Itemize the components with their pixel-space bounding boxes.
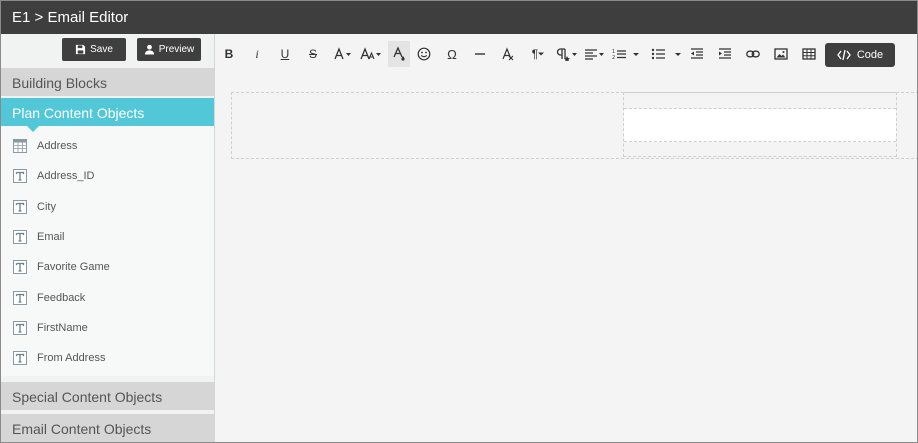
- list-item-label: From Address: [37, 352, 106, 365]
- ordered-list-icon: 12: [612, 49, 639, 61]
- image-icon: [774, 48, 788, 60]
- user-icon: [144, 44, 154, 55]
- list-item-label: Address: [37, 140, 78, 153]
- code-icon: [837, 49, 851, 61]
- text-color-button[interactable]: [388, 41, 410, 67]
- indent-icon: [719, 48, 731, 59]
- formatting-toolbar: B i U S Ω ¶ 1 2 Code: [216, 34, 917, 74]
- table-icon: [13, 139, 27, 154]
- section-plan-content-objects-label: Plan Content Objects: [12, 105, 145, 121]
- paragraph-format-button[interactable]: ¶: [528, 43, 548, 65]
- outdent-icon: [691, 48, 703, 59]
- code-button-label: Code: [856, 49, 884, 61]
- table-icon: [802, 48, 816, 60]
- dropdown-arrow-icon: [538, 52, 545, 56]
- text-icon: [13, 290, 27, 305]
- text-icon: [13, 320, 27, 335]
- font-size-button[interactable]: [334, 43, 354, 65]
- list-item[interactable]: Address: [1, 131, 214, 161]
- font-family-button[interactable]: [360, 43, 382, 65]
- editor-area: B i U S Ω ¶ 1 2 Code: [216, 34, 917, 442]
- strikethrough-icon: S: [308, 47, 317, 61]
- list-item[interactable]: Feedback: [1, 282, 214, 312]
- list-item[interactable]: FirstName: [1, 313, 214, 343]
- insert-link-button[interactable]: [745, 43, 761, 65]
- svg-text:2: 2: [612, 55, 615, 61]
- paragraph-style-button[interactable]: [555, 43, 577, 65]
- section-special-content-objects[interactable]: Special Content Objects: [1, 380, 214, 410]
- bold-icon: B: [224, 47, 234, 61]
- paragraph-style-icon: [556, 48, 577, 61]
- align-left-icon: [585, 49, 604, 60]
- content-block-row[interactable]: [624, 109, 896, 142]
- omega-icon: Ω: [447, 46, 457, 62]
- section-email-content-objects[interactable]: Email Content Objects: [1, 412, 214, 442]
- active-section-pointer: [27, 126, 39, 132]
- window-title: E1 > Email Editor: [1, 1, 917, 34]
- text-icon: [13, 260, 27, 275]
- align-button[interactable]: [584, 43, 606, 65]
- content-block-row[interactable]: [624, 93, 896, 109]
- preview-button[interactable]: Preview: [137, 38, 201, 61]
- clear-formatting-icon: [502, 47, 514, 61]
- font-family-icon: [360, 47, 381, 60]
- list-item-label: City: [37, 200, 56, 213]
- text-icon: [13, 230, 27, 245]
- unordered-list-icon: [651, 48, 681, 60]
- save-button-label: Save: [90, 44, 113, 55]
- list-item-label: Email: [37, 231, 65, 244]
- list-item-label: Favorite Game: [37, 261, 110, 274]
- list-item-label: Address_ID: [37, 170, 95, 183]
- sidebar: Save Preview Building Blocks Plan Conten…: [1, 34, 215, 442]
- smiley-icon: [417, 47, 431, 61]
- sidebar-actions: Save Preview: [1, 34, 214, 66]
- underline-button[interactable]: U: [278, 43, 292, 65]
- email-canvas[interactable]: [231, 92, 917, 159]
- email-editor-window: E1 > Email Editor Save Preview Building …: [0, 0, 918, 443]
- italic-icon: i: [255, 46, 259, 61]
- strikethrough-button[interactable]: S: [306, 43, 320, 65]
- list-item[interactable]: Email: [1, 222, 214, 252]
- ordered-list-button[interactable]: 12: [612, 43, 644, 65]
- text-icon: [13, 169, 27, 184]
- clear-formatting-button[interactable]: [500, 43, 516, 65]
- list-item-label: Feedback: [37, 291, 86, 304]
- section-plan-content-objects[interactable]: Plan Content Objects: [1, 96, 214, 132]
- content-block[interactable]: [623, 92, 897, 157]
- font-size-icon: [334, 47, 351, 60]
- insert-table-button[interactable]: [801, 43, 817, 65]
- plan-content-object-list: Address Address_ID City Email Favorite G…: [1, 126, 214, 376]
- list-item[interactable]: Address_ID: [1, 161, 214, 191]
- bold-button[interactable]: B: [222, 43, 236, 65]
- horizontal-line-icon: [475, 53, 485, 55]
- outdent-button[interactable]: [689, 43, 705, 65]
- preview-button-label: Preview: [158, 44, 195, 55]
- list-item-label: FirstName: [37, 321, 88, 334]
- save-button[interactable]: Save: [62, 38, 126, 61]
- list-item[interactable]: Favorite Game: [1, 252, 214, 282]
- section-building-blocks[interactable]: Building Blocks: [1, 66, 214, 96]
- underline-icon: U: [280, 47, 290, 61]
- text-color-icon: [393, 46, 405, 61]
- list-item[interactable]: From Address: [1, 343, 214, 373]
- text-icon: [13, 351, 27, 366]
- indent-button[interactable]: [717, 43, 733, 65]
- horizontal-line-button[interactable]: [472, 43, 488, 65]
- italic-button[interactable]: i: [250, 43, 264, 65]
- emoticons-button[interactable]: [416, 43, 432, 65]
- save-icon: [76, 44, 86, 55]
- unordered-list-button[interactable]: [651, 43, 685, 65]
- code-view-button[interactable]: Code: [825, 43, 895, 67]
- insert-image-button[interactable]: [773, 43, 789, 65]
- list-item[interactable]: City: [1, 192, 214, 222]
- special-characters-button[interactable]: Ω: [444, 43, 460, 65]
- text-icon: [13, 199, 27, 214]
- link-icon: [746, 50, 760, 58]
